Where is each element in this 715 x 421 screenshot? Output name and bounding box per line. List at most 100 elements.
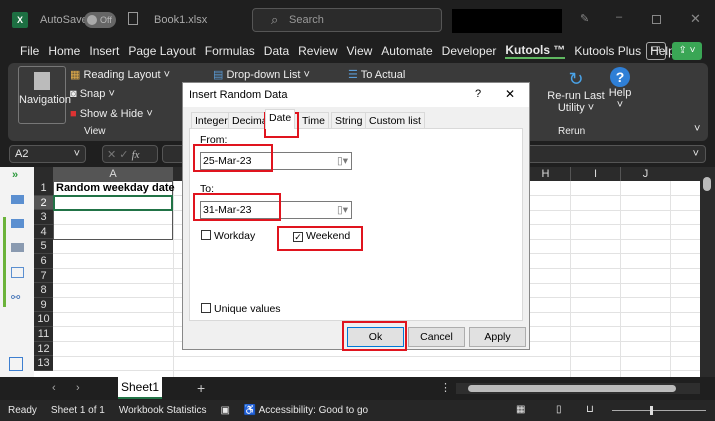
close-window-icon[interactable]: ✕ (690, 11, 701, 27)
ribbon-collapse-icon[interactable]: ˅ (694, 123, 700, 135)
sheet-tab-sheet1[interactable]: Sheet1 (118, 377, 162, 399)
enter-icon[interactable]: ✓ (119, 149, 128, 161)
h-scroll-thumb[interactable] (468, 385, 676, 392)
cancel-button[interactable]: Cancel (408, 327, 465, 347)
horizontal-scrollbar[interactable] (456, 383, 700, 394)
to-date-input[interactable]: 31-Mar-23 ▯▾ (200, 201, 352, 219)
vertical-scrollbar[interactable] (700, 167, 715, 377)
calendar-dropdown-icon[interactable]: ▯▾ (337, 153, 348, 169)
help-button[interactable]: ? Help ˅ (608, 67, 632, 111)
normal-view-icon[interactable]: ▦ (516, 404, 525, 415)
calendar-dropdown-icon[interactable]: ▯▾ (337, 202, 348, 218)
cell-a1[interactable]: Random weekday date (56, 182, 175, 194)
minimize-icon[interactable]: – (616, 11, 622, 23)
row-header[interactable]: 7 (34, 268, 53, 284)
expand-sidebar-icon[interactable]: » (12, 169, 18, 181)
snap-button[interactable]: ◙ Snap ˅ (70, 88, 115, 100)
page-layout-view-icon[interactable]: ▯ (556, 404, 562, 415)
expand-formula-icon[interactable]: ˅ (693, 148, 699, 160)
row-header[interactable]: 1 (34, 181, 53, 196)
row-header[interactable]: 3 (34, 210, 53, 225)
pen-icon[interactable]: ✎ (580, 12, 589, 25)
row-header[interactable]: 2 (34, 195, 53, 211)
find-icon[interactable]: ⚯ (11, 291, 20, 304)
menu-insert[interactable]: Insert (89, 44, 119, 58)
prev-sheet-icon[interactable]: ‹ (52, 382, 56, 394)
save-icon[interactable] (128, 12, 138, 25)
row-header[interactable]: 10 (34, 312, 53, 327)
printer-icon[interactable] (11, 243, 24, 252)
select-all-corner[interactable] (34, 167, 53, 181)
cancel-icon[interactable]: ✕ (107, 149, 116, 161)
menu-developer[interactable]: Developer (442, 44, 497, 58)
checkmark-icon[interactable]: ✓ (293, 232, 303, 242)
scroll-thumb[interactable] (703, 177, 711, 191)
to-actual-button[interactable]: ☰ To Actual (348, 68, 405, 81)
row-header[interactable]: 13 (34, 356, 53, 371)
menu-page-layout[interactable]: Page Layout (128, 44, 195, 58)
menu-data[interactable]: Data (264, 44, 289, 58)
menu-review[interactable]: Review (298, 44, 337, 58)
from-date-input[interactable]: 25-Mar-23 ▯▾ (200, 152, 352, 170)
next-sheet-icon[interactable]: › (76, 382, 80, 394)
maximize-icon[interactable] (652, 15, 661, 24)
workday-checkbox[interactable]: Workday (201, 230, 255, 242)
tab-date[interactable]: Date (265, 109, 296, 129)
menu-home[interactable]: Home (48, 44, 80, 58)
external-link-icon[interactable] (9, 357, 23, 371)
row-header[interactable]: 9 (34, 297, 53, 313)
show-hide-button[interactable]: ■ Show & Hide ˅ (70, 108, 153, 120)
row-header[interactable]: 11 (34, 327, 53, 342)
workbook-statistics[interactable]: Workbook Statistics (119, 405, 207, 416)
ok-button[interactable]: Ok (347, 327, 404, 347)
zoom-slider[interactable] (612, 406, 706, 415)
zoom-slider-thumb[interactable] (650, 406, 653, 415)
column-header-j[interactable]: J (620, 167, 670, 181)
dialog-close-button[interactable]: ✕ (505, 87, 515, 101)
column-header-i[interactable]: I (570, 167, 620, 181)
menu-automate[interactable]: Automate (381, 44, 432, 58)
tab-integer[interactable]: Integer (191, 112, 232, 128)
workbook-icon[interactable] (11, 195, 24, 204)
dropdown-list-button[interactable]: ▤ Drop-down List ˅ (213, 68, 310, 81)
tab-time[interactable]: Time (298, 112, 329, 128)
workday-checkbox-box[interactable] (201, 230, 211, 240)
tab-string[interactable]: String (331, 112, 367, 128)
comments-button[interactable]: ▭ (646, 42, 666, 60)
page-break-view-icon[interactable]: ⊔ (586, 404, 594, 415)
menu-view[interactable]: View (347, 44, 373, 58)
accessibility-label: Accessibility: Good to go (258, 405, 369, 416)
reading-layout-button[interactable]: ▦ Reading Layout ˅ (70, 68, 170, 81)
rerun-button[interactable]: ↻ Re-run Last Utility ˅ (546, 69, 606, 114)
dialog-help-button[interactable]: ? (475, 88, 481, 100)
row-header[interactable]: 8 (34, 283, 53, 298)
tab-custom-list[interactable]: Custom list (365, 112, 425, 128)
cell-a2-selected[interactable] (53, 195, 173, 211)
row-header[interactable]: 6 (34, 254, 53, 269)
filename[interactable]: Book1.xlsx (154, 14, 207, 26)
row-header[interactable]: 4 (34, 224, 53, 240)
name-box[interactable]: A2 ˅ (9, 145, 86, 163)
navigation-button[interactable]: Navigation (18, 66, 71, 124)
menu-kutools-plus[interactable]: Kutools Plus (574, 44, 641, 58)
column-list-icon[interactable] (11, 267, 24, 278)
menu-file[interactable]: File (20, 44, 39, 58)
autosave-toggle[interactable]: Off (84, 12, 116, 28)
unique-values-box[interactable] (201, 303, 211, 313)
more-options-icon[interactable]: ⋮ (440, 381, 451, 394)
search-box[interactable]: ⌕ Search (252, 8, 442, 32)
name-manager-icon[interactable] (11, 219, 24, 228)
macro-icon[interactable]: ▣ (220, 405, 229, 416)
apply-button[interactable]: Apply (469, 327, 526, 347)
menu-formulas[interactable]: Formulas (205, 44, 255, 58)
share-button[interactable]: ⇪ ˅ (672, 42, 702, 60)
fx-icon[interactable]: fx (132, 149, 140, 161)
add-sheet-button[interactable]: + (197, 380, 205, 396)
accessibility-status[interactable]: ♿ Accessibility: Good to go (244, 405, 368, 416)
row-header[interactable]: 5 (34, 239, 53, 254)
row-header[interactable]: 12 (34, 341, 53, 357)
menu-kutools[interactable]: Kutools ™ (505, 43, 566, 59)
unique-values-checkbox[interactable]: Unique values (201, 303, 281, 315)
column-header-a[interactable]: A (53, 167, 173, 181)
weekend-checkbox[interactable]: ✓ Weekend (293, 230, 350, 242)
